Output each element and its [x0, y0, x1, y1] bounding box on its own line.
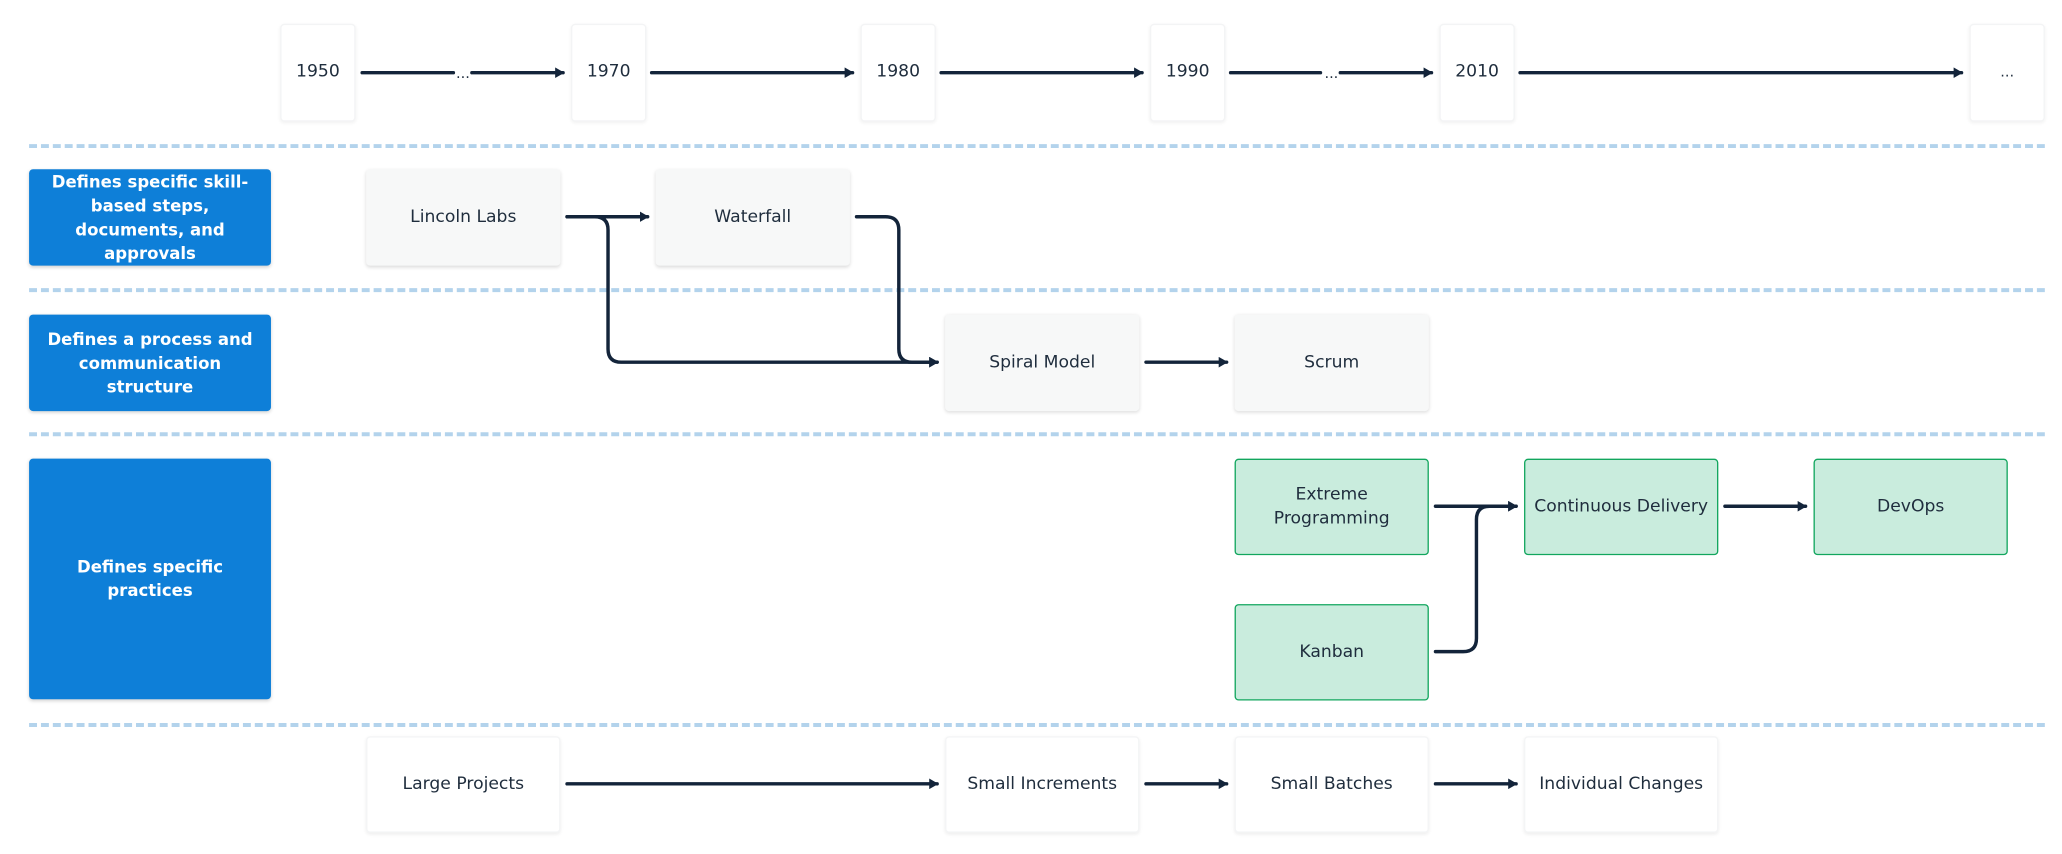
node-label: DevOps	[1876, 496, 1945, 517]
node-label: Spiral Model	[989, 352, 1096, 373]
node-kanban[interactable]: Kanban	[1234, 604, 1429, 701]
scale-individual-changes: Individual Changes	[1524, 736, 1719, 833]
scale-label: Large Projects	[402, 773, 525, 794]
node-label: Waterfall	[714, 206, 792, 227]
node-devops[interactable]: DevOps	[1813, 458, 2008, 556]
node-label: Kanban	[1299, 641, 1365, 662]
scale-large-projects: Large Projects	[366, 736, 561, 833]
scale-label: Small Increments	[967, 773, 1118, 794]
scale-small-increments: Small Increments	[945, 736, 1140, 833]
edge-waterfall-spiral	[854, 215, 939, 368]
node-lincoln-labs[interactable]: Lincoln Labs	[366, 169, 561, 266]
node-continuous-delivery[interactable]: Continuous Delivery	[1524, 458, 1719, 556]
scale-small-batches: Small Batches	[1234, 736, 1429, 833]
edges-layer	[360, 0, 1964, 790]
node-label: Scrum	[1304, 352, 1360, 373]
node-label: Extreme Programming	[1273, 484, 1390, 529]
node-label: Lincoln Labs	[410, 206, 517, 227]
node-waterfall[interactable]: Waterfall	[655, 169, 850, 266]
scale-label: Individual Changes	[1539, 773, 1704, 794]
node-extreme-programming[interactable]: Extreme Programming	[1234, 458, 1429, 556]
node-scrum[interactable]: Scrum	[1234, 314, 1429, 412]
edge-kanban-cd	[1433, 500, 1518, 654]
diagram-canvas: 1950 1970 1980 1990 2010 ... ... ... Def…	[0, 0, 2062, 854]
node-label: Continuous Delivery	[1534, 496, 1709, 517]
scale-label: Small Batches	[1270, 773, 1393, 794]
node-spiral-model[interactable]: Spiral Model	[945, 314, 1140, 412]
